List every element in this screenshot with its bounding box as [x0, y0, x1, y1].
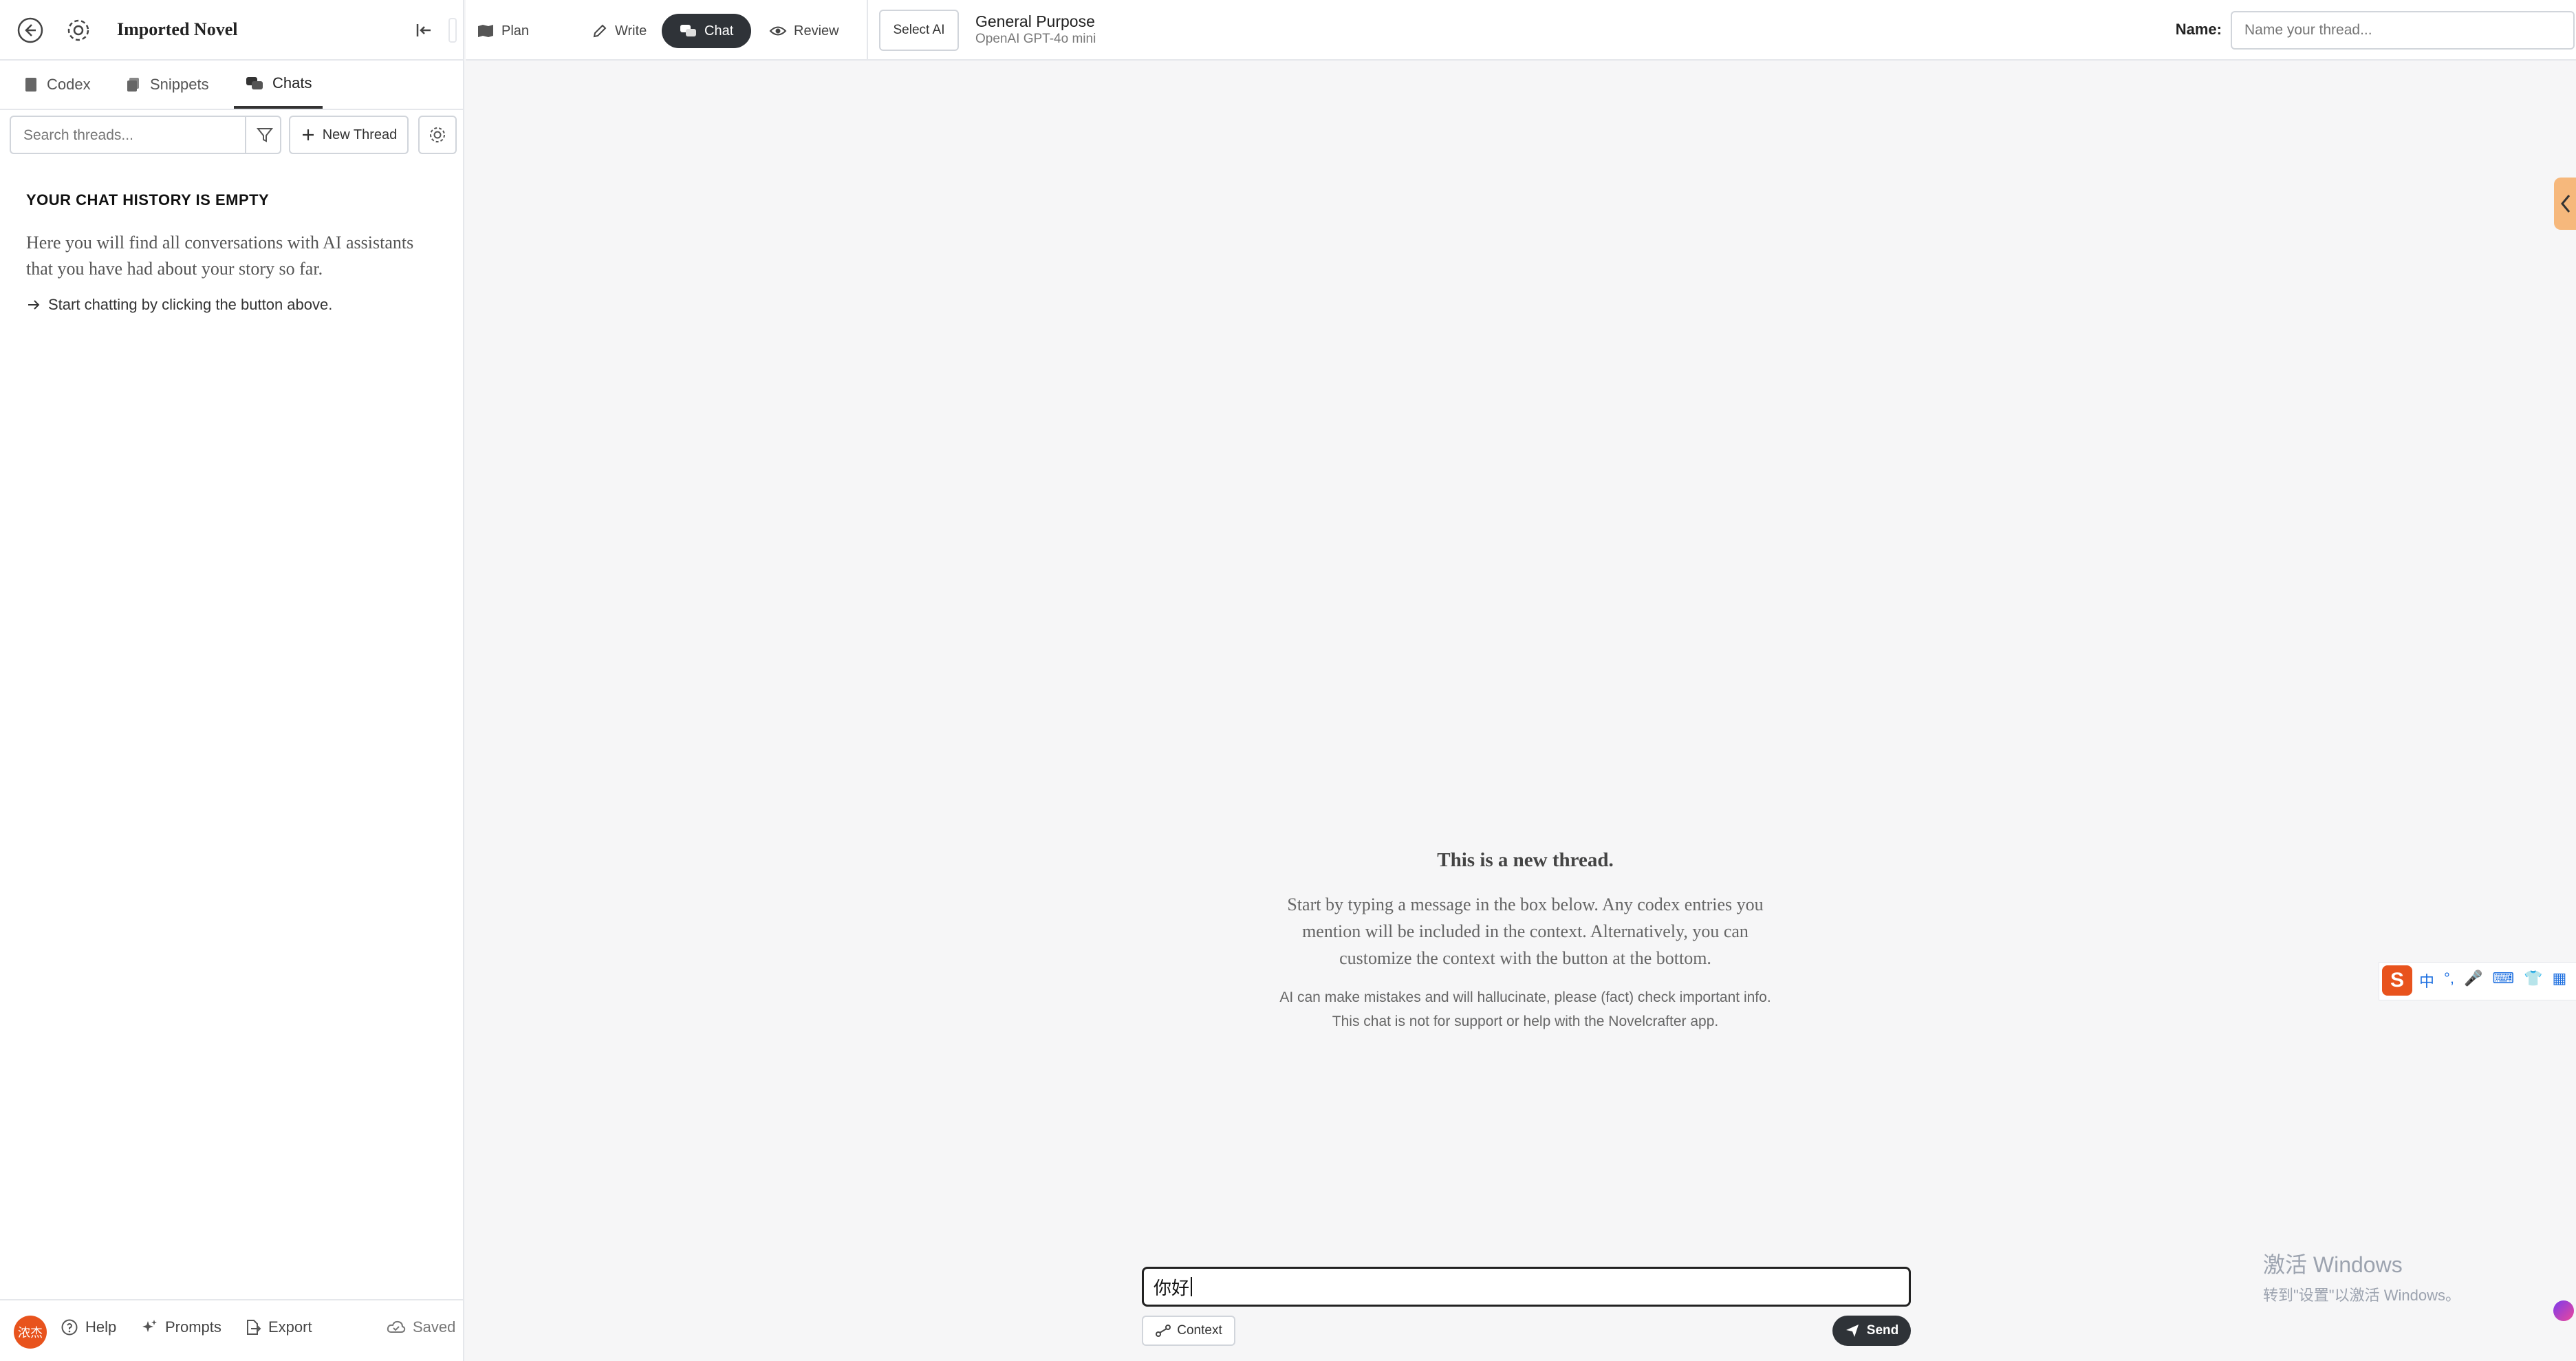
search-box [10, 116, 281, 154]
thread-search-row: New Thread [10, 116, 457, 154]
ime-item[interactable]: 中 [2419, 969, 2434, 992]
tab-snippets-label: Snippets [150, 76, 209, 93]
arrow-right-icon [28, 300, 40, 310]
tab-chats-label: Chats [272, 74, 312, 92]
new-thread-intro: This is a new thread. Start by typing a … [1276, 849, 1775, 1033]
prompts-label: Prompts [165, 1318, 221, 1336]
eye-icon [769, 26, 787, 36]
gear-icon [430, 127, 445, 142]
intro-warning: AI can make mistakes and will hallucinat… [1279, 989, 1771, 1029]
novel-title: Imported Novel [117, 19, 238, 39]
tab-codex[interactable]: Codex [23, 61, 91, 109]
send-button[interactable]: Send [1832, 1316, 1911, 1346]
mode-write[interactable]: Write [581, 14, 658, 48]
new-thread-label: New Thread [322, 127, 398, 142]
tab-codex-label: Codex [47, 76, 91, 93]
watermark-line1: 激活 Windows [2263, 1252, 2403, 1277]
snippets-icon [127, 78, 139, 92]
mode-review-label: Review [794, 23, 839, 39]
empty-history-description: Here you will find all conversations wit… [26, 233, 414, 279]
book-icon [25, 78, 36, 92]
ai-model: OpenAI GPT-4o mini [975, 32, 1096, 46]
windows-activation-watermark: 激活 Windows 转到"设置"以激活 Windows。 [2263, 1247, 2460, 1305]
mode-write-label: Write [615, 23, 647, 39]
saved-label: Saved [413, 1318, 456, 1336]
send-icon [1846, 1325, 1859, 1337]
sidebar: Imported Novel Codex Snippets Chats N [0, 0, 464, 1361]
ime-logo[interactable]: S [2382, 965, 2412, 996]
tab-snippets[interactable]: Snippets [125, 61, 209, 109]
expand-panel-tab[interactable] [2554, 178, 2576, 230]
mode-chat-label: Chat [704, 23, 734, 39]
topbar-divider [867, 0, 868, 59]
search-threads-input[interactable] [22, 117, 245, 154]
ime-item[interactable]: 👕 [2524, 969, 2542, 992]
empty-history-title: YOUR CHAT HISTORY IS EMPTY [26, 191, 270, 208]
sidebar-header: Imported Novel [0, 0, 463, 61]
pencil-icon [593, 24, 607, 38]
chat-icon [680, 25, 696, 36]
mode-review[interactable]: Review [758, 14, 850, 48]
collapse-left-icon [416, 24, 431, 36]
intro-title: This is a new thread. [1437, 849, 1614, 871]
message-input[interactable]: 你好 [1142, 1267, 1911, 1307]
empty-history-hint: Start chatting by clicking the button ab… [26, 296, 332, 314]
mode-chat[interactable]: Chat [662, 14, 752, 48]
saved-status: Saved [387, 1318, 455, 1336]
collapse-sidebar-button[interactable] [410, 18, 437, 43]
sidebar-footer: 浓杰 Help Prompts Export Saved [0, 1299, 463, 1361]
help-button[interactable]: Help [61, 1318, 116, 1336]
export-icon [247, 1320, 261, 1335]
map-icon [478, 25, 493, 37]
chevron-left-icon [2561, 195, 2570, 213]
chat-settings-button[interactable] [418, 116, 457, 154]
ime-item[interactable]: 🎤 [2464, 969, 2482, 992]
sparkles-icon [142, 1320, 157, 1332]
context-button[interactable]: Context [1142, 1316, 1235, 1346]
resize-handle[interactable] [448, 18, 457, 43]
ime-item[interactable]: °, [2444, 969, 2454, 992]
filter-button[interactable] [245, 117, 283, 153]
send-label: Send [1866, 1323, 1899, 1338]
ime-item[interactable]: ▦ [2553, 969, 2567, 992]
watermark-line2: 转到"设置"以激活 Windows。 [2263, 1287, 2460, 1304]
ime-items: 中 °, 🎤 ⌨ 👕 ▦ [2419, 969, 2566, 992]
chats-icon [246, 77, 263, 89]
context-icon [1156, 1325, 1171, 1337]
assistant-icon[interactable] [2553, 1300, 2574, 1321]
help-label: Help [85, 1318, 117, 1336]
export-label: Export [268, 1318, 312, 1336]
help-icon [61, 1319, 78, 1336]
select-ai-button[interactable]: Select AI [879, 10, 959, 51]
message-input-value: 你好 [1154, 1277, 1190, 1298]
context-label: Context [1177, 1323, 1222, 1338]
settings-button[interactable] [63, 15, 94, 45]
empty-history-hint-text: Start chatting by clicking the button ab… [48, 296, 333, 313]
new-thread-button[interactable]: New Thread [289, 116, 409, 154]
thread-name-label: Name: [2175, 21, 2222, 38]
ai-name: General Purpose [975, 12, 1095, 30]
mode-plan-label: Plan [501, 23, 530, 39]
top-bar: Plan Write Chat Review Select AI General… [466, 0, 2576, 61]
export-button[interactable]: Export [243, 1318, 312, 1336]
avatar[interactable]: 浓杰 [14, 1316, 47, 1349]
gear-icon [67, 19, 89, 41]
plus-icon [302, 129, 314, 140]
tab-chats[interactable]: Chats [234, 61, 323, 109]
mode-plan[interactable]: Plan [466, 14, 540, 48]
ime-item[interactable]: ⌨ [2492, 969, 2514, 992]
text-caret [1191, 1277, 1193, 1296]
back-button[interactable] [15, 15, 45, 45]
prompts-button[interactable]: Prompts [140, 1318, 221, 1336]
back-arrow-icon [17, 17, 43, 43]
cloud-check-icon [387, 1320, 406, 1333]
sidebar-tabs: Codex Snippets Chats [0, 61, 463, 110]
thread-name-input[interactable] [2231, 11, 2575, 50]
intro-body: Start by typing a message in the box bel… [1287, 894, 1764, 968]
filter-icon [256, 128, 274, 142]
ime-toolbar: S 中 °, 🎤 ⌨ 👕 ▦ [2379, 962, 2576, 1000]
